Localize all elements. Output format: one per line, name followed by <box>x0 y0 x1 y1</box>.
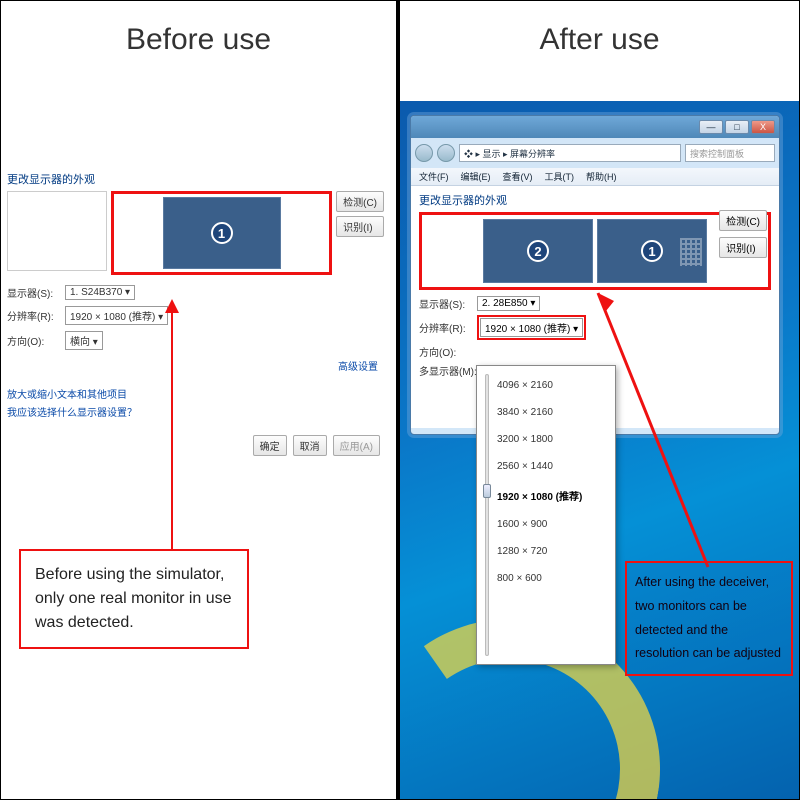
resolution-select[interactable]: 1920 × 1080 (推荐) ▾ <box>65 306 168 325</box>
display-label: 显示器(S): <box>7 285 59 300</box>
slider-track <box>485 374 489 656</box>
text-size-link[interactable]: 放大或缩小文本和其他项目 <box>7 387 390 405</box>
heading-before: Before use <box>1 1 396 67</box>
resolution-label: 分辨率(R): <box>419 320 471 335</box>
monitor-1-preview[interactable]: 1 <box>597 219 707 283</box>
orientation-label: 方向(O): <box>7 333 59 348</box>
minimize-button[interactable]: — <box>699 120 723 134</box>
ok-button[interactable]: 确定 <box>253 435 287 456</box>
menu-edit[interactable]: 编辑(E) <box>461 170 491 183</box>
heading-after: After use <box>400 1 799 67</box>
advanced-settings-link[interactable]: 高级设置 <box>1 356 390 373</box>
nav-forward-icon[interactable] <box>437 144 455 162</box>
callout-arrow-icon <box>171 301 173 549</box>
apply-button[interactable]: 应用(A) <box>333 435 380 456</box>
nav-back-icon[interactable] <box>415 144 433 162</box>
identify-button[interactable]: 识别(I) <box>719 237 767 258</box>
breadcrumb[interactable]: ❖ ▸ 显示 ▸ 屏幕分辨率 <box>459 144 681 162</box>
identify-button[interactable]: 识别(I) <box>336 216 384 237</box>
menu-tools[interactable]: 工具(T) <box>545 170 575 183</box>
display-select[interactable]: 2. 28E850 ▾ <box>477 296 540 311</box>
after-callout: After using the deceiver, two monitors c… <box>625 561 793 676</box>
monitor-number-badge: 2 <box>527 240 549 262</box>
preview-blank <box>7 191 107 271</box>
orientation-label: 方向(O): <box>419 344 471 359</box>
display-select[interactable]: 1. S24B370 ▾ <box>65 285 135 300</box>
display-settings-before: 更改显示器的外观 1 检测(C) 识别(I) 显示器(S): 1. S24B37… <box>1 171 390 456</box>
menu-file[interactable]: 文件(F) <box>419 170 449 183</box>
keypad-grid-icon <box>680 238 702 266</box>
monitor-number-badge: 1 <box>211 222 233 244</box>
cancel-button[interactable]: 取消 <box>293 435 327 456</box>
maximize-button[interactable]: □ <box>725 120 749 134</box>
windows-desktop: — □ X ❖ ▸ 显示 ▸ 屏幕分辨率 搜索控制面板 文件(F) 编辑(E) … <box>400 101 799 799</box>
window-titlebar[interactable]: — □ X <box>411 116 779 138</box>
menu-view[interactable]: 查看(V) <box>503 170 533 183</box>
before-callout: Before using the simulator, only one rea… <box>19 549 249 649</box>
detect-button[interactable]: 检测(C) <box>336 191 384 212</box>
help-link[interactable]: 我应该选择什么显示器设置？ <box>7 405 390 423</box>
menu-help[interactable]: 帮助(H) <box>586 170 617 183</box>
resolution-label: 分辨率(R): <box>7 308 59 323</box>
window-body-title: 更改显示器的外观 <box>419 192 771 208</box>
panel-title: 更改显示器的外观 <box>7 171 390 187</box>
detect-button[interactable]: 检测(C) <box>719 210 767 231</box>
monitor-highlight-box: 1 <box>111 191 332 275</box>
slider-thumb[interactable] <box>483 484 491 498</box>
close-button[interactable]: X <box>751 120 775 134</box>
menu-bar: 文件(F) 编辑(E) 查看(V) 工具(T) 帮助(H) <box>411 168 779 186</box>
search-input[interactable]: 搜索控制面板 <box>685 144 775 162</box>
monitor-2-preview[interactable]: 2 <box>483 219 593 283</box>
monitor-1-preview[interactable]: 1 <box>163 197 281 269</box>
display-label: 显示器(S): <box>419 296 471 311</box>
monitor-number-badge: 1 <box>641 240 663 262</box>
callout-arrow-icon <box>598 293 708 295</box>
orientation-select[interactable]: 横向 ▾ <box>65 331 103 350</box>
